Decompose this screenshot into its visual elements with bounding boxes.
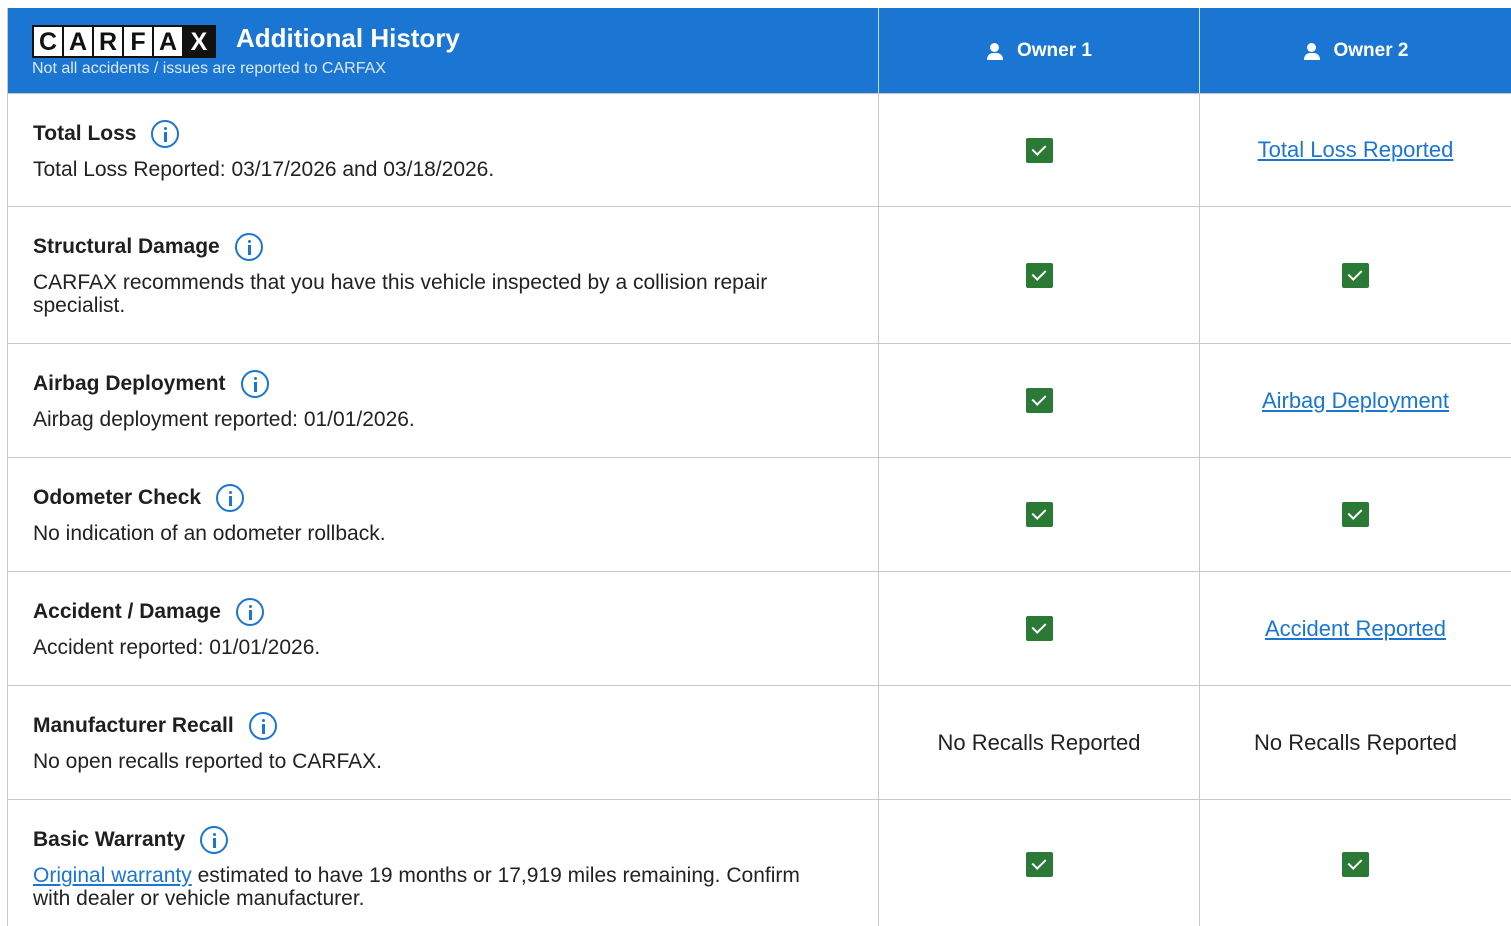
original-warranty-link[interactable]: Original warranty xyxy=(33,864,192,887)
row-description: Airbag deployment reported: 01/01/2026. xyxy=(33,408,415,431)
owner-1-cell xyxy=(879,800,1200,926)
table-row: Accident / Damage Accident reported: 01/… xyxy=(8,571,1511,685)
owner-1-cell xyxy=(879,572,1200,685)
additional-history-table: C A R F A X Additional History Not all a… xyxy=(7,8,1511,926)
checkmark-icon xyxy=(1025,616,1053,641)
table-header: C A R F A X Additional History Not all a… xyxy=(8,8,1511,93)
info-icon[interactable] xyxy=(216,484,245,512)
row-label-cell: Odometer Check No indication of an odome… xyxy=(8,458,879,571)
section-subtitle: Not all accidents / issues are reported … xyxy=(32,60,386,77)
info-icon[interactable] xyxy=(248,712,277,740)
table-row: Total Loss Total Loss Reported: 03/17/20… xyxy=(8,93,1511,206)
table-row: Airbag Deployment Airbag deployment repo… xyxy=(8,343,1511,457)
table-row: Structural Damage CARFAX recommends that… xyxy=(8,206,1511,343)
total-loss-reported-link[interactable]: Total Loss Reported xyxy=(1258,137,1454,163)
checkmark-icon xyxy=(1025,502,1053,527)
row-label-cell: Manufacturer Recall No open recalls repo… xyxy=(8,686,879,799)
header-title-cell: C A R F A X Additional History Not all a… xyxy=(8,8,879,93)
owner-2-cell: Airbag Deployment xyxy=(1200,344,1511,457)
checkmark-icon xyxy=(1025,262,1053,288)
info-icon[interactable] xyxy=(234,233,263,261)
carfax-logo: C A R F A X xyxy=(32,25,216,58)
info-icon[interactable] xyxy=(200,826,229,854)
owner-2-cell xyxy=(1200,207,1511,343)
row-description: Accident reported: 01/01/2026. xyxy=(33,636,321,659)
airbag-deployment-link[interactable]: Airbag Deployment xyxy=(1262,388,1449,414)
row-description: Original warranty estimated to have 19 m… xyxy=(33,864,800,910)
checkmark-icon xyxy=(1025,137,1053,163)
checkmark-icon xyxy=(1025,388,1053,413)
row-title: Airbag Deployment xyxy=(33,372,226,395)
checkmark-icon xyxy=(1342,262,1369,288)
owner-2-cell: Accident Reported xyxy=(1200,572,1511,685)
owner-1-cell xyxy=(879,344,1200,457)
owner-2-cell: No Recalls Reported xyxy=(1200,686,1511,799)
checkmark-icon xyxy=(1342,502,1369,527)
owner-1-cell xyxy=(879,458,1200,571)
recall-status: No Recalls Reported xyxy=(937,729,1141,755)
person-icon xyxy=(986,42,1004,60)
accident-reported-link[interactable]: Accident Reported xyxy=(1265,616,1446,642)
row-title: Accident / Damage xyxy=(33,600,221,623)
checkmark-icon xyxy=(1025,852,1053,877)
owner-2-cell xyxy=(1200,458,1511,571)
row-description: No open recalls reported to CARFAX. xyxy=(33,750,383,773)
table-row: Basic Warranty Original warranty estimat… xyxy=(8,799,1511,926)
section-title: Additional History xyxy=(236,23,460,53)
row-description: Total Loss Reported: 03/17/2026 and 03/1… xyxy=(33,158,495,181)
table-row: Odometer Check No indication of an odome… xyxy=(8,457,1511,571)
row-label-cell: Accident / Damage Accident reported: 01/… xyxy=(8,572,879,685)
person-icon xyxy=(1303,42,1321,60)
owner-1-header: Owner 1 xyxy=(879,8,1200,93)
table-row: Manufacturer Recall No open recalls repo… xyxy=(8,685,1511,799)
row-label-cell: Structural Damage CARFAX recommends that… xyxy=(8,207,879,343)
row-label-cell: Airbag Deployment Airbag deployment repo… xyxy=(8,344,879,457)
owner-2-header: Owner 2 xyxy=(1200,8,1511,93)
row-title: Manufacturer Recall xyxy=(33,714,234,737)
info-icon[interactable] xyxy=(240,370,269,398)
checkmark-icon xyxy=(1342,852,1369,877)
owner-1-cell: No Recalls Reported xyxy=(879,686,1200,799)
row-description: CARFAX recommends that you have this veh… xyxy=(33,271,768,317)
row-title: Odometer Check xyxy=(33,486,202,509)
row-title: Structural Damage xyxy=(33,235,220,258)
owner-2-cell xyxy=(1200,800,1511,926)
row-title: Basic Warranty xyxy=(33,828,186,851)
owner-2-cell: Total Loss Reported xyxy=(1200,94,1511,206)
info-icon[interactable] xyxy=(151,120,180,148)
row-label-cell: Total Loss Total Loss Reported: 03/17/20… xyxy=(8,94,879,206)
owner-1-cell xyxy=(879,94,1200,206)
row-title: Total Loss xyxy=(33,122,137,145)
info-icon[interactable] xyxy=(235,598,264,626)
recall-status: No Recalls Reported xyxy=(1254,729,1457,755)
row-label-cell: Basic Warranty Original warranty estimat… xyxy=(8,800,879,926)
row-description: No indication of an odometer rollback. xyxy=(33,522,386,545)
owner-1-cell xyxy=(879,207,1200,343)
